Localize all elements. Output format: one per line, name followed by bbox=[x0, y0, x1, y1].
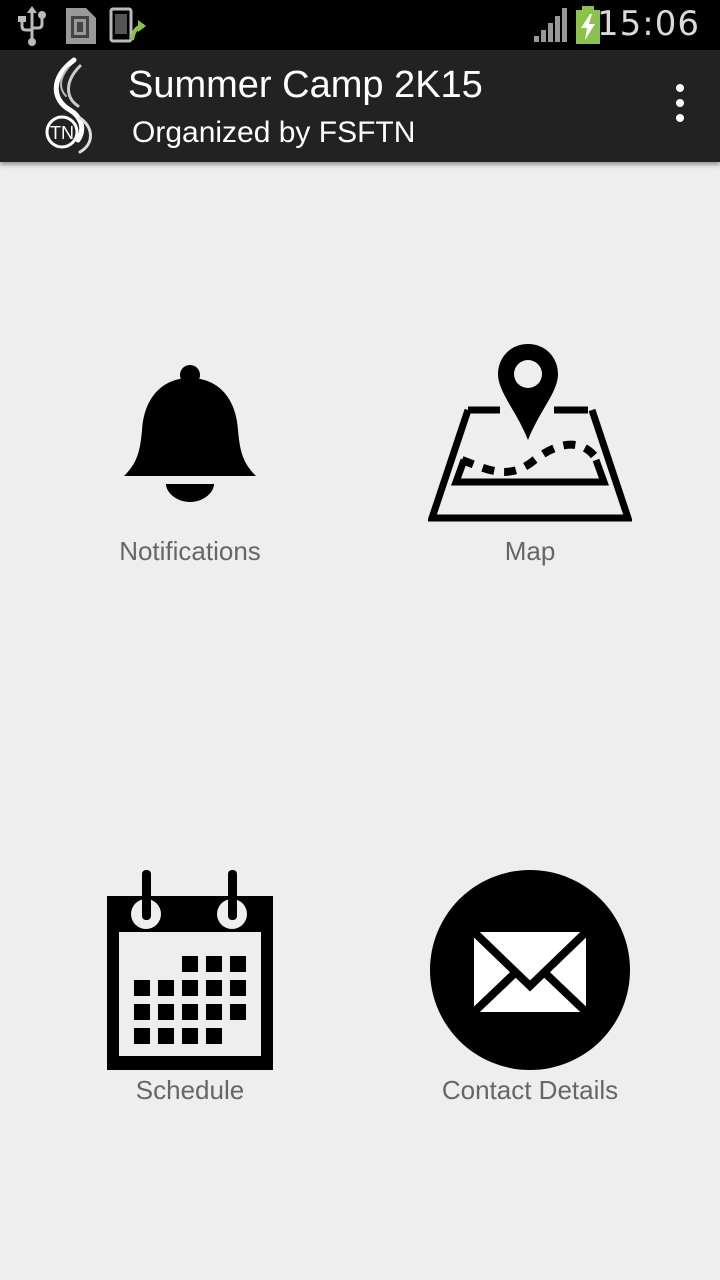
app-logo-text: TN bbox=[50, 123, 74, 143]
usb-icon bbox=[18, 6, 46, 46]
contact-details-tile[interactable]: Contact Details bbox=[380, 870, 680, 1110]
contact-details-label: Contact Details bbox=[441, 1075, 619, 1105]
notifications-tile[interactable]: Notifications bbox=[40, 360, 340, 580]
bell-icon bbox=[124, 365, 256, 502]
signal-icon bbox=[534, 8, 567, 42]
overflow-menu-icon[interactable] bbox=[670, 84, 690, 130]
app-title: Summer Camp 2K15 bbox=[128, 64, 483, 106]
map-tile[interactable]: Map bbox=[380, 340, 680, 580]
menu-dot bbox=[676, 114, 684, 122]
sd-card-icon bbox=[66, 8, 96, 44]
status-time: 15:06 bbox=[597, 4, 700, 44]
action-bar: TN Summer Camp 2K15 Organized by FSFTN bbox=[0, 50, 720, 162]
notifications-label: Notifications bbox=[119, 536, 261, 566]
app-logo-icon: TN bbox=[45, 57, 92, 154]
menu-dot bbox=[676, 84, 684, 92]
calendar-icon bbox=[107, 870, 273, 1070]
map-label: Map bbox=[504, 536, 556, 566]
schedule-label: Schedule bbox=[135, 1075, 245, 1105]
app-subtitle: Organized by FSFTN bbox=[132, 116, 416, 149]
map-icon bbox=[428, 344, 632, 522]
menu-dot bbox=[676, 99, 684, 107]
schedule-tile[interactable]: Schedule bbox=[40, 870, 340, 1110]
status-bar: 15:06 bbox=[0, 0, 720, 50]
envelope-icon bbox=[430, 870, 630, 1070]
app-screen: 15:06 TN Summer Camp 2K15 Organized by F… bbox=[0, 0, 720, 1280]
screen-share-icon bbox=[109, 7, 146, 43]
